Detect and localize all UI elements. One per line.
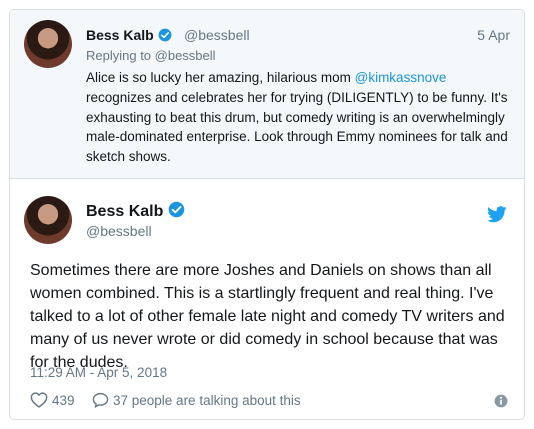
like-count: 439 [52, 392, 75, 408]
parent-tweet[interactable]: Bess Kalb @bessbell 5 Apr Replying to @b… [10, 10, 524, 179]
embedded-tweet-card: Bess Kalb @bessbell 5 Apr Replying to @b… [9, 9, 525, 420]
parent-avatar[interactable] [24, 20, 72, 68]
parent-author-name-text[interactable]: Bess Kalb [86, 27, 154, 43]
tweet-actions: 439 37 people are talking about this [30, 392, 510, 412]
author-avatar[interactable] [24, 196, 72, 244]
twitter-bird-icon[interactable] [487, 206, 507, 223]
parent-text-part1: Alice is so lucky her amazing, hilarious… [86, 70, 355, 85]
parent-author-name[interactable]: Bess Kalb [86, 27, 172, 43]
author-handle[interactable]: @bessbell [86, 223, 152, 239]
like-button[interactable]: 439 [30, 392, 75, 408]
author-name-text[interactable]: Bess Kalb [86, 203, 163, 220]
conversation-link[interactable]: 37 people are talking about this [92, 392, 301, 408]
tweet-timestamp[interactable]: 11:29 AM - Apr 5, 2018 [30, 365, 167, 380]
parent-tweet-text: Alice is so lucky her amazing, hilarious… [86, 68, 514, 167]
tweet-text: Sometimes there are more Joshes and Dani… [30, 262, 505, 371]
comment-bubble-icon [92, 392, 109, 408]
verified-badge-icon [168, 201, 185, 218]
heart-icon [30, 392, 48, 408]
info-icon[interactable] [494, 394, 508, 408]
mention-link[interactable]: @kimkassnove [355, 70, 447, 85]
author-name[interactable]: Bess Kalb [86, 201, 185, 221]
talking-count: 37 people are talking about this [113, 392, 301, 408]
verified-badge-icon [158, 28, 172, 42]
parent-author-handle[interactable]: @bessbell [184, 27, 250, 43]
parent-text-part2: recognizes and celebrates her for trying… [86, 89, 508, 165]
parent-tweet-date[interactable]: 5 Apr [477, 27, 510, 43]
replying-to: Replying to @bessbell [86, 48, 216, 63]
